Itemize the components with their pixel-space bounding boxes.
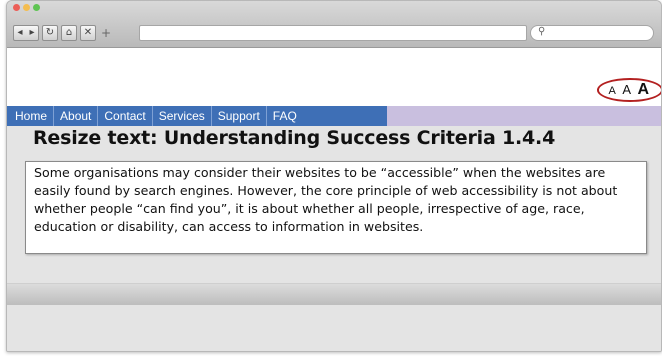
nav-item-faq[interactable]: FAQ [267,106,303,126]
reload-button[interactable]: ↻ [42,25,58,41]
home-button[interactable]: ⌂ [61,25,77,41]
nav-item-contact[interactable]: Contact [98,106,153,126]
search-input[interactable]: ⚲ [530,25,654,41]
nav-item-services[interactable]: Services [153,106,212,126]
nav-menu: Home About Contact Services Support FAQ [7,106,387,126]
main-nav: Home About Contact Services Support FAQ [7,106,661,126]
address-bar[interactable] [139,25,527,41]
home-icon: ⌂ [65,27,73,38]
forward-icon[interactable]: ▸ [29,28,34,38]
close-window-button[interactable] [13,4,20,11]
nav-item-home[interactable]: Home [7,106,55,126]
browser-titlebar: ◂ ▸ ↻ ⌂ ✕ + ⚲ [7,1,661,48]
nav-item-support[interactable]: Support [212,106,267,126]
browser-toolbar: ◂ ▸ ↻ ⌂ ✕ + [13,25,111,41]
page-title: Resize text: Understanding Success Crite… [33,127,556,149]
text-size-small-button[interactable]: A [609,85,616,97]
content-box: Some organisations may consider their we… [25,161,647,254]
text-size-large-button[interactable]: A [637,81,649,98]
maximize-window-button[interactable] [33,4,40,11]
page-footer [7,283,661,305]
close-tab-button[interactable]: ✕ [80,25,96,41]
new-tab-icon[interactable]: + [101,26,111,40]
text-size-controls: A A A [596,78,661,102]
window-controls [13,4,40,11]
page-header: A A A [7,48,661,106]
minimize-window-button[interactable] [23,4,30,11]
text-size-medium-button[interactable]: A [622,82,631,97]
reload-icon: ↻ [45,27,55,38]
nav-item-about[interactable]: About [54,106,99,126]
search-icon: ⚲ [538,26,546,37]
browser-window: ◂ ▸ ↻ ⌂ ✕ + ⚲ A A A Home About Contact Se… [6,0,662,352]
close-icon: ✕ [83,27,93,38]
back-icon[interactable]: ◂ [17,28,22,38]
back-forward-buttons[interactable]: ◂ ▸ [13,25,39,41]
content-paragraph: Some organisations may consider their we… [34,165,618,234]
